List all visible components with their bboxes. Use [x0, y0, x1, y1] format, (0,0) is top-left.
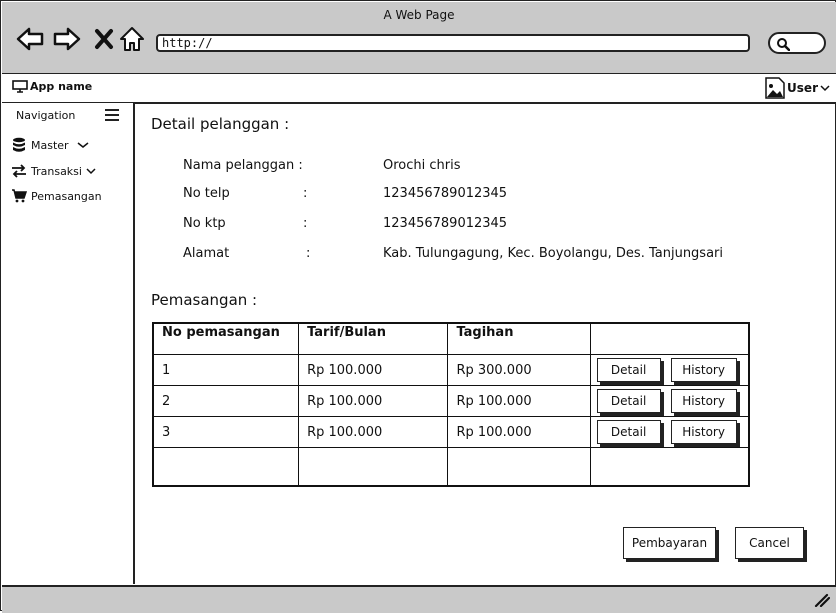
url-input[interactable]: http:// [156, 34, 750, 52]
pemasangan-heading: Pemasangan : [151, 291, 258, 309]
user-avatar-icon [765, 77, 785, 99]
pemasangan-table: No pemasangan Tarif/Bulan Tagihan 1 Rp 1… [152, 322, 750, 487]
column-header: No pemasangan [152, 322, 300, 355]
cell-empty [298, 447, 449, 487]
history-button[interactable]: History [670, 420, 737, 444]
cell-actions: Detail History [589, 354, 750, 386]
cell-actions: Detail History [589, 385, 750, 417]
sidebar-item-label: Transaksi [31, 164, 82, 178]
chevron-down-icon [86, 168, 96, 175]
user-label: User [787, 81, 818, 95]
detail-button[interactable]: Detail [596, 420, 661, 444]
cell-empty [589, 447, 750, 487]
detail-button[interactable]: Detail [596, 389, 661, 413]
close-icon [95, 29, 113, 49]
home-button[interactable] [118, 24, 146, 54]
cancel-button[interactable]: Cancel [735, 527, 804, 559]
field-colon: : [303, 216, 308, 231]
back-button[interactable] [16, 24, 44, 54]
cell-no: 3 [152, 416, 300, 448]
field-label-ktp: No ktp [183, 216, 226, 231]
field-value-ktp: 123456789012345 [383, 216, 508, 231]
sidebar-item-label: Pemasangan [31, 189, 102, 203]
user-menu[interactable]: User [765, 77, 830, 99]
sidebar: Navigation Master Transaksi Pemasangan [2, 103, 135, 584]
hamburger-menu-icon[interactable] [105, 109, 119, 124]
browser-search-box[interactable] [768, 32, 826, 54]
cell-actions: Detail History [589, 416, 750, 448]
sidebar-item-pemasangan[interactable]: Pemasangan [11, 189, 102, 203]
table-header-row: No pemasangan Tarif/Bulan Tagihan [152, 322, 750, 355]
app-name: App name [30, 80, 93, 93]
column-header: Tarif/Bulan [298, 322, 449, 355]
table-row: 3 Rp 100.000 Rp 100.000 Detail History [152, 416, 750, 448]
field-colon: : [306, 246, 311, 261]
sidebar-item-master[interactable]: Master [11, 137, 89, 153]
cell-tagihan: Rp 300.000 [447, 354, 591, 386]
sidebar-item-transaksi[interactable]: Transaksi [11, 164, 96, 178]
cell-tarif: Rp 100.000 [298, 416, 449, 448]
sidebar-title: Navigation [16, 109, 76, 122]
app-header: App name User [2, 74, 836, 104]
database-icon [13, 137, 25, 152]
pembayaran-button[interactable]: Pembayaran [623, 527, 716, 559]
forward-button[interactable] [53, 24, 81, 54]
monitor-icon [12, 80, 28, 93]
status-bar [2, 585, 836, 613]
table-row: 1 Rp 100.000 Rp 300.000 Detail History [152, 354, 750, 386]
chevron-down-icon [77, 142, 89, 148]
history-button[interactable]: History [670, 358, 737, 382]
chevron-down-icon [820, 85, 830, 92]
field-value-alamat: Kab. Tulungagung, Kec. Boyolangu, Des. T… [383, 246, 723, 261]
field-label-nama: Nama pelanggan : [183, 158, 303, 173]
table-row-empty [152, 447, 750, 487]
arrow-left-icon [16, 27, 44, 51]
transfer-icon [12, 164, 26, 178]
column-header: Tagihan [447, 322, 591, 355]
stop-button[interactable] [90, 24, 118, 54]
search-icon [777, 38, 790, 51]
browser-window: A Web Page http:// App name User Navigat… [0, 0, 836, 613]
cell-tarif: Rp 100.000 [298, 385, 449, 417]
main-content: Detail pelanggan : Nama pelanggan : Oroc… [135, 103, 836, 584]
detail-heading: Detail pelanggan : [151, 115, 290, 133]
cell-tarif: Rp 100.000 [298, 354, 449, 386]
sidebar-item-label: Master [31, 138, 69, 152]
field-label-alamat: Alamat [183, 246, 230, 261]
cell-no: 2 [152, 385, 300, 417]
history-button[interactable]: History [670, 389, 737, 413]
cell-tagihan: Rp 100.000 [447, 416, 591, 448]
cell-empty [447, 447, 591, 487]
table-row: 2 Rp 100.000 Rp 100.000 Detail History [152, 385, 750, 417]
field-value-nama: Orochi chris [383, 158, 461, 173]
window-title: A Web Page [383, 8, 455, 22]
cell-empty [152, 447, 300, 487]
cell-no: 1 [152, 354, 300, 386]
browser-toolbar: A Web Page http:// [2, 2, 836, 75]
field-colon: : [303, 186, 308, 201]
detail-button[interactable]: Detail [596, 358, 661, 382]
cart-icon [12, 189, 27, 203]
cell-tagihan: Rp 100.000 [447, 385, 591, 417]
field-value-telp: 123456789012345 [383, 186, 508, 201]
resize-grip-icon[interactable] [814, 593, 830, 607]
column-header [589, 322, 750, 355]
field-label-telp: No telp [183, 186, 230, 201]
app-brand[interactable]: App name [12, 80, 92, 93]
home-icon [120, 27, 144, 51]
arrow-right-icon [53, 27, 81, 51]
